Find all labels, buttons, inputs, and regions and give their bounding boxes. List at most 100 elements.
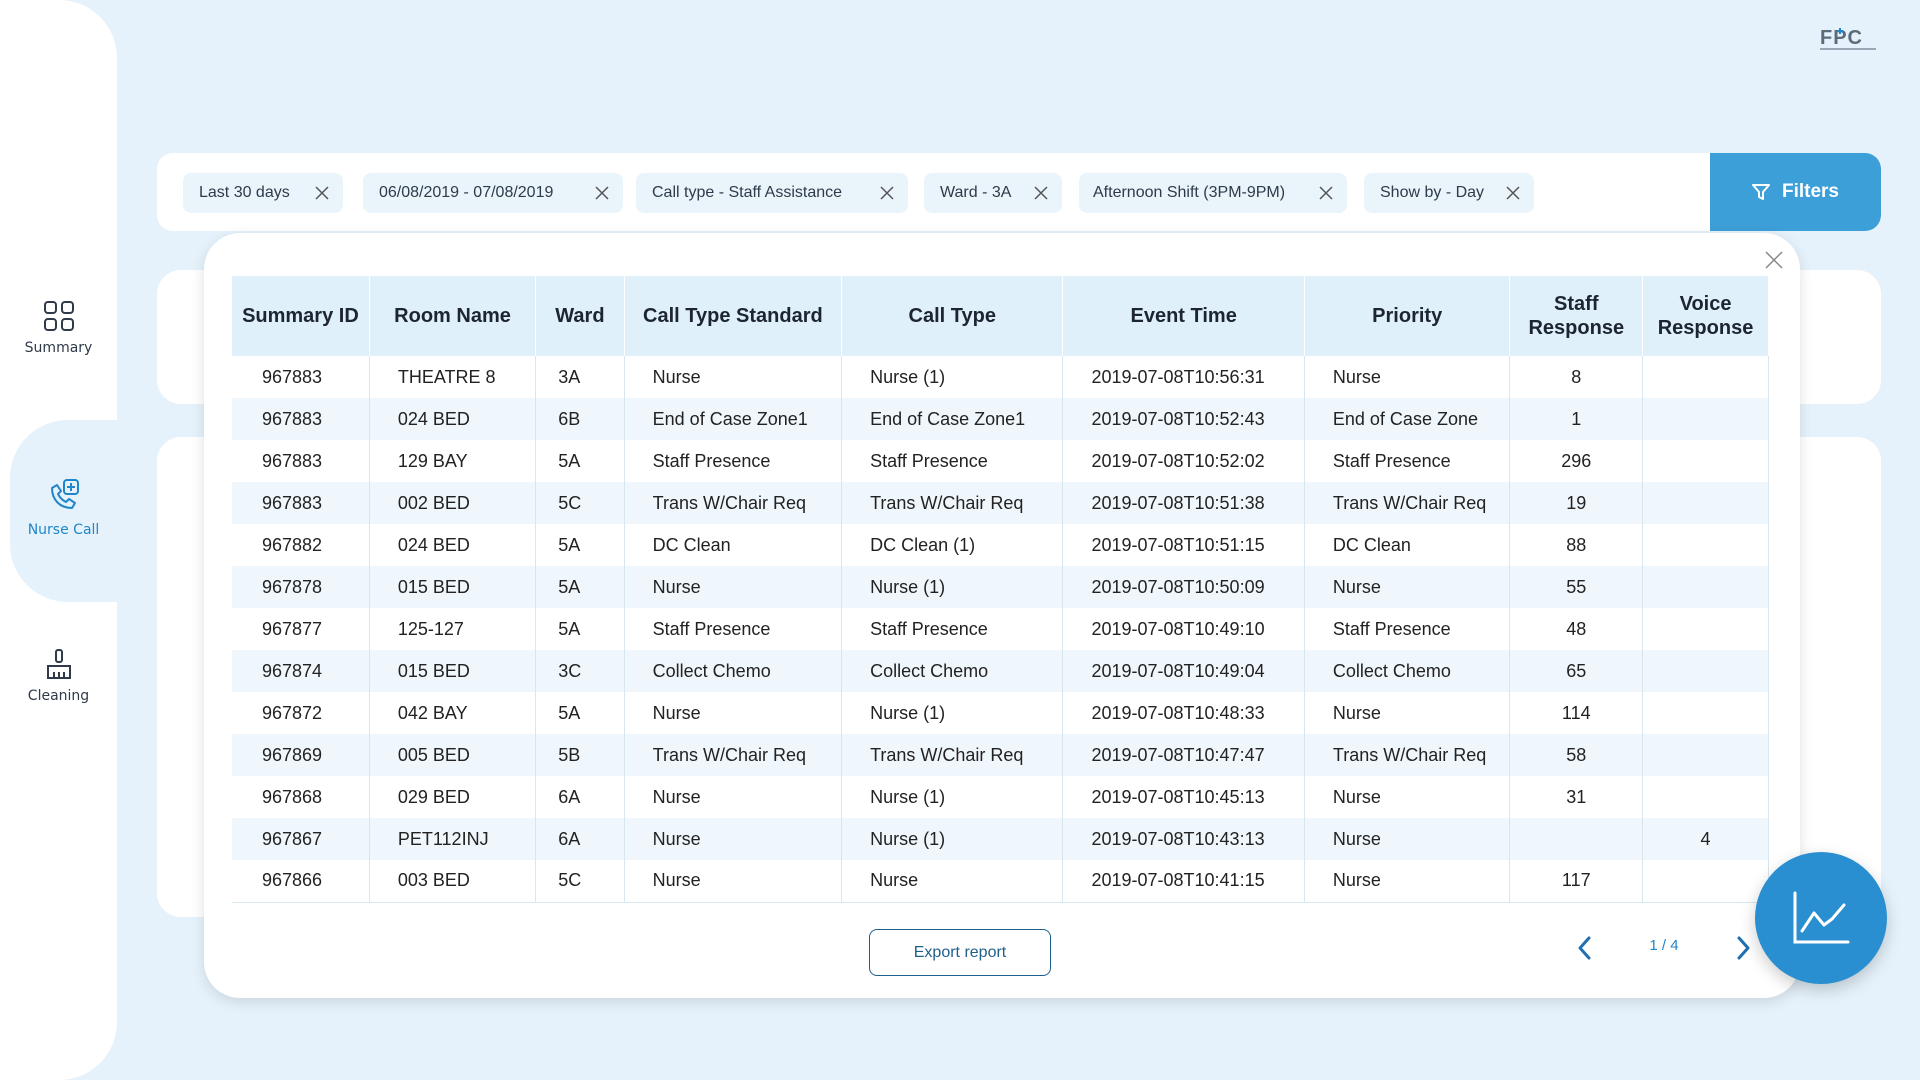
- table-cell: Trans W/Chair Req: [841, 482, 1064, 524]
- close-icon[interactable]: [315, 186, 329, 200]
- table-cell: Nurse (1): [841, 776, 1064, 818]
- close-icon[interactable]: [1319, 186, 1333, 200]
- table-cell: DC Clean (1): [841, 524, 1064, 566]
- table-row[interactable]: 967866 003 BED 5C Nurse Nurse 2019-07-08T10:4…: [232, 860, 1769, 903]
- table-cell: 2019-07-08T10:52:43: [1062, 398, 1305, 440]
- column-header[interactable]: Staff Response: [1509, 276, 1644, 356]
- table-cell: 114: [1509, 692, 1644, 734]
- table-cell: 003 BED: [369, 860, 537, 903]
- table-row[interactable]: 967883 129 BAY 5A Staff Presence Staff Prese…: [232, 440, 1769, 482]
- table-cell: End of Case Zone1: [624, 398, 843, 440]
- table-row[interactable]: 967869 005 BED 5B Trans W/Chair Req Trans W/…: [232, 734, 1769, 776]
- table-row[interactable]: 967883 THEATRE 8 3A Nurse Nurse (1) 2019-07-0…: [232, 356, 1769, 398]
- page-indicator: 1 / 4: [1649, 937, 1679, 954]
- close-icon[interactable]: [1506, 186, 1520, 200]
- filter-chip[interactable]: Ward - 3A: [924, 173, 1062, 213]
- broom-icon: [46, 649, 71, 679]
- column-header[interactable]: Summary ID: [232, 276, 370, 356]
- table-cell: Nurse (1): [841, 566, 1064, 608]
- column-header[interactable]: Room Name: [369, 276, 537, 356]
- sidebar: Summary Nurse Call Cleaning: [0, 0, 117, 1080]
- chart-line-icon: [1793, 891, 1850, 944]
- grid-icon: [43, 301, 74, 331]
- table-cell: 129 BAY: [369, 440, 537, 482]
- table-cell: 58: [1509, 734, 1644, 776]
- table-cell: 2019-07-08T10:49:04: [1062, 650, 1305, 692]
- table-row[interactable]: 967882 024 BED 5A DC Clean DC Clean (1) 2019-…: [232, 524, 1769, 566]
- column-header[interactable]: Voice Response: [1642, 276, 1769, 356]
- column-header[interactable]: Call Type Standard: [624, 276, 843, 356]
- table-cell: [1642, 860, 1769, 903]
- table-cell: [1642, 734, 1769, 776]
- table-row[interactable]: 967883 024 BED 6B End of Case Zone1 End of C…: [232, 398, 1769, 440]
- table-cell: 3A: [535, 356, 625, 398]
- table-cell: 2019-07-08T10:47:47: [1062, 734, 1305, 776]
- filter-chip[interactable]: Afternoon Shift (3PM-9PM): [1079, 173, 1347, 213]
- table-cell: 967882: [232, 524, 370, 566]
- table-cell: 2019-07-08T10:51:15: [1062, 524, 1305, 566]
- table-cell: 8: [1509, 356, 1644, 398]
- table-cell: 967883: [232, 398, 370, 440]
- close-icon[interactable]: [1034, 186, 1048, 200]
- table-cell: Nurse (1): [841, 692, 1064, 734]
- filter-bar: Last 30 days 06/08/2019 - 07/08/2019 Cal…: [157, 153, 1881, 231]
- close-icon[interactable]: [1764, 250, 1784, 270]
- phone-plus-icon: [50, 479, 79, 509]
- table-cell: DC Clean: [624, 524, 843, 566]
- table-cell: [1642, 566, 1769, 608]
- table-cell: [1642, 440, 1769, 482]
- table-cell: [1642, 398, 1769, 440]
- table-row[interactable]: 967877 125-127 5A Staff Presence Staff Prese…: [232, 608, 1769, 650]
- column-header[interactable]: Event Time: [1062, 276, 1305, 356]
- table-cell: Nurse: [1304, 356, 1511, 398]
- table-cell: 3C: [535, 650, 625, 692]
- column-header[interactable]: Ward: [535, 276, 625, 356]
- table-row[interactable]: 967868 029 BED 6A Nurse Nurse (1) 2019-07-08T…: [232, 776, 1769, 818]
- table-row[interactable]: 967874 015 BED 3C Collect Chemo Collect Chem…: [232, 650, 1769, 692]
- filter-chip[interactable]: Show by - Day: [1364, 173, 1534, 213]
- table-cell: [1642, 356, 1769, 398]
- table-cell: Nurse: [624, 818, 843, 860]
- table-cell: 5A: [535, 608, 625, 650]
- column-header[interactable]: Call Type: [841, 276, 1064, 356]
- table-cell: Nurse (1): [841, 356, 1064, 398]
- table-cell: 2019-07-08T10:41:15: [1062, 860, 1305, 903]
- chevron-right-icon[interactable]: [1728, 933, 1758, 963]
- table-cell: Nurse: [624, 692, 843, 734]
- filters-button[interactable]: Filters: [1710, 153, 1881, 231]
- export-report-button[interactable]: Export report: [869, 929, 1051, 976]
- table-cell: 2019-07-08T10:45:13: [1062, 776, 1305, 818]
- table-cell: 967866: [232, 860, 370, 903]
- sidebar-item-summary[interactable]: Summary: [0, 300, 117, 380]
- close-icon[interactable]: [595, 186, 609, 200]
- table-cell: 2019-07-08T10:52:02: [1062, 440, 1305, 482]
- chevron-left-icon[interactable]: [1570, 933, 1600, 963]
- table-row[interactable]: 967872 042 BAY 5A Nurse Nurse (1) 2019-07-08T…: [232, 692, 1769, 734]
- report-table: Summary ID Room Name Ward Call Type Stan…: [232, 276, 1769, 903]
- filter-chip[interactable]: Last 30 days: [183, 173, 343, 213]
- table-cell: Nurse: [1304, 818, 1511, 860]
- filter-chip-label: Call type - Staff Assistance: [652, 184, 843, 201]
- table-cell: 5B: [535, 734, 625, 776]
- table-row[interactable]: 967883 002 BED 5C Trans W/Chair Req Trans W/…: [232, 482, 1769, 524]
- table-row[interactable]: 967867 PET112INJ 6A Nurse Nurse (1) 2019-07-0…: [232, 818, 1769, 860]
- chart-fab-button[interactable]: [1755, 852, 1887, 984]
- close-icon[interactable]: [880, 186, 894, 200]
- table-cell: 005 BED: [369, 734, 537, 776]
- sidebar-item-cleaning[interactable]: Cleaning: [0, 648, 117, 728]
- table-cell: Staff Presence: [841, 608, 1064, 650]
- table-cell: Collect Chemo: [624, 650, 843, 692]
- table-cell: Trans W/Chair Req: [624, 734, 843, 776]
- table-cell: 967883: [232, 356, 370, 398]
- filter-chip[interactable]: Call type - Staff Assistance: [636, 173, 908, 213]
- table-cell: 1: [1509, 398, 1644, 440]
- filter-chip[interactable]: 06/08/2019 - 07/08/2019: [363, 173, 623, 213]
- column-header[interactable]: Priority: [1304, 276, 1511, 356]
- table-cell: 967877: [232, 608, 370, 650]
- table-cell: Nurse: [624, 860, 843, 903]
- table-row[interactable]: 967878 015 BED 5A Nurse Nurse (1) 2019-07-08T…: [232, 566, 1769, 608]
- table-cell: 6A: [535, 776, 625, 818]
- table-cell: 5A: [535, 440, 625, 482]
- sidebar-item-nurse-call[interactable]: Nurse Call: [10, 420, 117, 602]
- table-cell: Nurse: [1304, 776, 1511, 818]
